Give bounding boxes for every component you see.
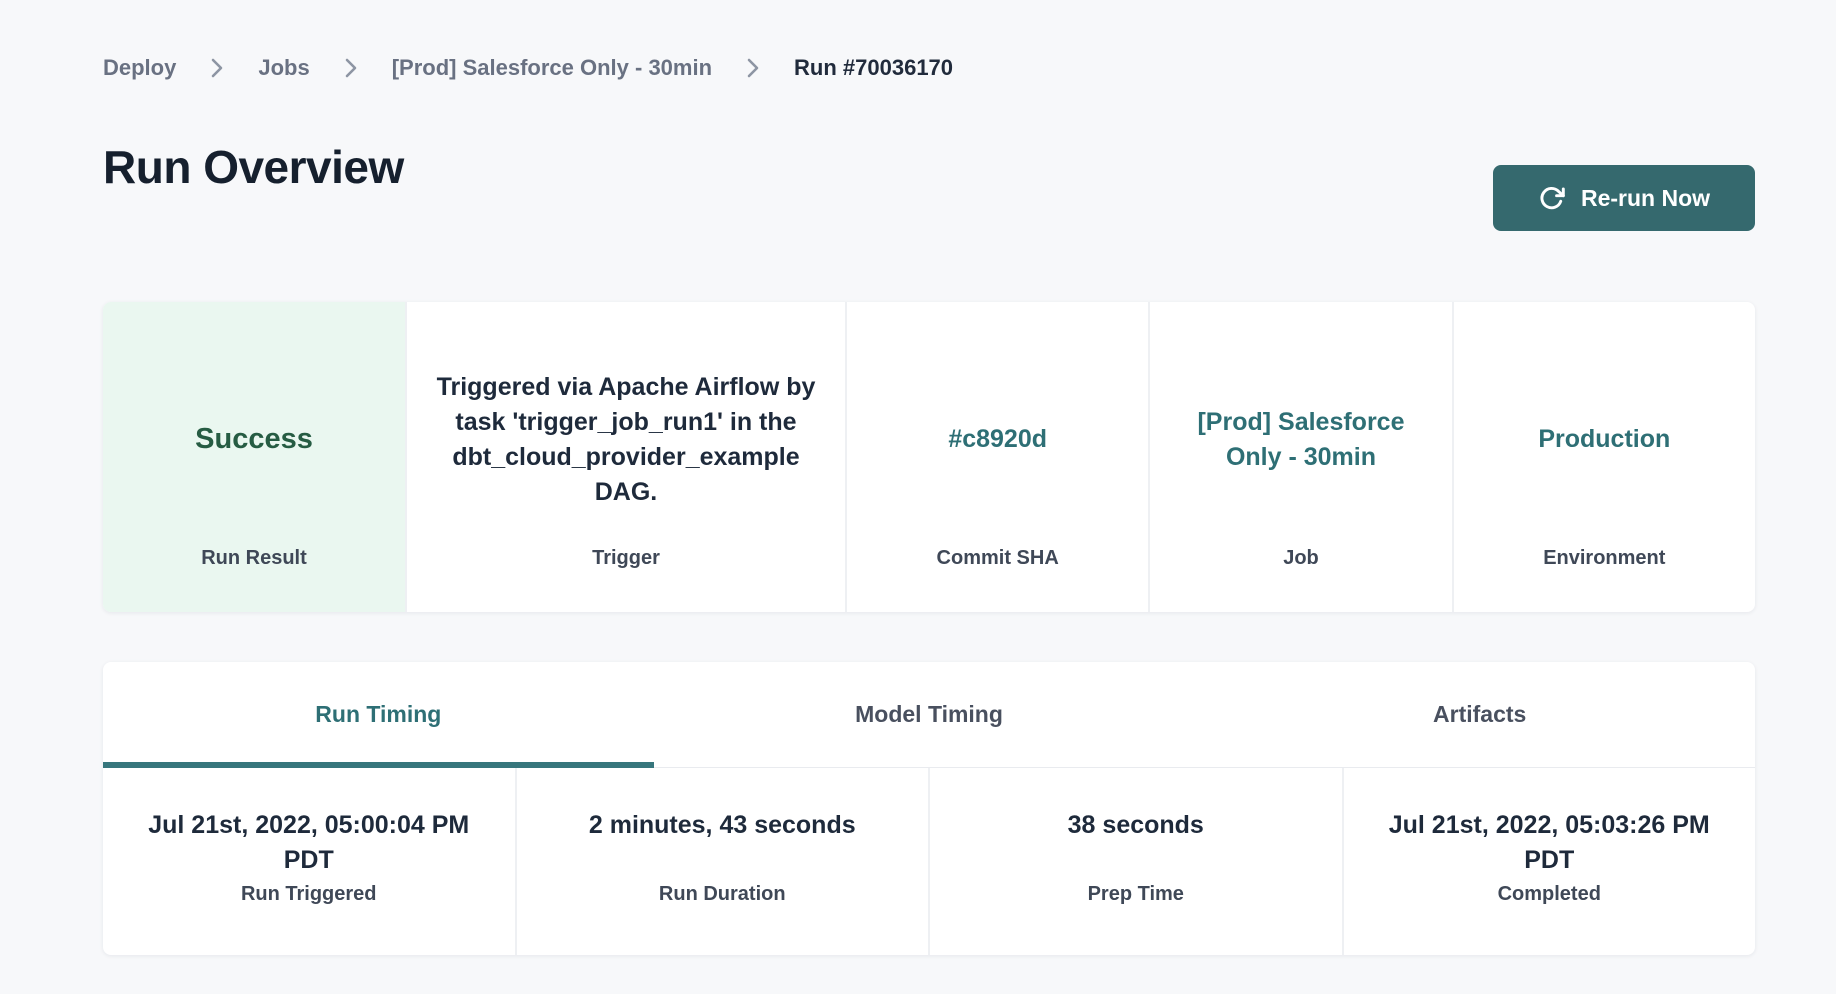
- completed-label: Completed: [1498, 883, 1601, 906]
- chevron-right-icon: [344, 56, 358, 80]
- completed-value: Jul 21st, 2022, 05:03:26 PM PDT: [1374, 808, 1726, 878]
- page-title: Run Overview: [103, 137, 404, 197]
- timing-tabbar: Run Timing Model Timing Artifacts: [103, 662, 1755, 768]
- rerun-now-button[interactable]: Re-run Now: [1493, 165, 1755, 231]
- run-result-value: Success: [195, 332, 313, 547]
- chevron-right-icon: [746, 56, 760, 80]
- rotate-cw-icon: [1538, 185, 1565, 212]
- environment-label: Environment: [1543, 547, 1665, 570]
- job-cell: [Prod] Salesforce Only - 30min Job: [1148, 302, 1451, 612]
- run-timing-panel: Jul 21st, 2022, 05:00:04 PM PDT Run Trig…: [103, 768, 1755, 955]
- run-result-cell: Success Run Result: [103, 302, 405, 612]
- tab-model-timing[interactable]: Model Timing: [654, 662, 1205, 767]
- breadcrumb-job-name[interactable]: [Prod] Salesforce Only - 30min: [392, 55, 712, 81]
- run-duration-value: 2 minutes, 43 seconds: [589, 808, 856, 878]
- breadcrumb-jobs[interactable]: Jobs: [258, 55, 309, 81]
- environment-link[interactable]: Production: [1538, 332, 1670, 547]
- prep-time-value: 38 seconds: [1068, 808, 1204, 878]
- commit-sha-label: Commit SHA: [937, 547, 1059, 570]
- run-duration-label: Run Duration: [659, 883, 786, 906]
- run-triggered-value: Jul 21st, 2022, 05:00:04 PM PDT: [133, 808, 485, 878]
- run-duration-cell: 2 minutes, 43 seconds Run Duration: [515, 768, 929, 955]
- breadcrumb-current-run: Run #70036170: [794, 55, 953, 81]
- rerun-now-label: Re-run Now: [1581, 185, 1710, 212]
- breadcrumb: Deploy Jobs [Prod] Salesforce Only - 30m…: [103, 0, 1755, 81]
- tab-artifacts[interactable]: Artifacts: [1204, 662, 1755, 767]
- breadcrumb-deploy[interactable]: Deploy: [103, 55, 176, 81]
- environment-cell: Production Environment: [1452, 302, 1755, 612]
- trigger-value: Triggered via Apache Airflow by task 'tr…: [435, 332, 817, 547]
- chevron-right-icon: [210, 56, 224, 80]
- completed-cell: Jul 21st, 2022, 05:03:26 PM PDT Complete…: [1342, 768, 1756, 955]
- trigger-cell: Triggered via Apache Airflow by task 'tr…: [405, 302, 845, 612]
- trigger-label: Trigger: [592, 547, 660, 570]
- tab-run-timing[interactable]: Run Timing: [103, 662, 654, 767]
- prep-time-label: Prep Time: [1088, 883, 1184, 906]
- prep-time-cell: 38 seconds Prep Time: [928, 768, 1342, 955]
- commit-sha-cell: #c8920d Commit SHA: [845, 302, 1148, 612]
- timing-card: Run Timing Model Timing Artifacts Jul 21…: [103, 662, 1755, 955]
- page-header: Run Overview Re-run Now: [103, 137, 1755, 231]
- run-triggered-label: Run Triggered: [241, 883, 377, 906]
- commit-sha-link[interactable]: #c8920d: [948, 332, 1047, 547]
- run-summary-card: Success Run Result Triggered via Apache …: [103, 302, 1755, 612]
- run-overview-page: Deploy Jobs [Prod] Salesforce Only - 30m…: [103, 0, 1755, 955]
- run-result-label: Run Result: [201, 547, 307, 570]
- job-link[interactable]: [Prod] Salesforce Only - 30min: [1178, 332, 1423, 547]
- run-triggered-cell: Jul 21st, 2022, 05:00:04 PM PDT Run Trig…: [103, 768, 515, 955]
- job-label: Job: [1283, 547, 1319, 570]
